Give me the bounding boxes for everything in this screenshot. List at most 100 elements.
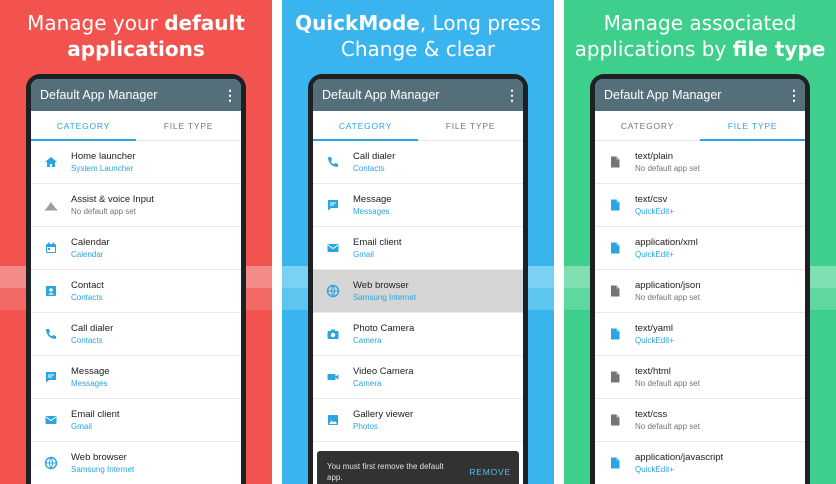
list-item[interactable]: Message Messages <box>31 356 241 399</box>
list-item[interactable]: Email client Gmail <box>31 399 241 442</box>
list-item-subtitle: System Launcher <box>71 164 134 173</box>
headline-line2: Change & clear <box>340 37 496 61</box>
app-bar: Default App Manager ⋮ <box>313 79 523 111</box>
list-item[interactable]: text/html No default app set <box>595 356 805 399</box>
list-item[interactable]: application/javascript QuickEdit+ <box>595 442 805 484</box>
list-item-subtitle: Contacts <box>71 293 103 302</box>
list-item[interactable]: Web browser Samsung Internet <box>313 270 523 313</box>
file-icon <box>595 198 635 212</box>
tab-category[interactable]: CATEGORY <box>313 111 418 141</box>
file-icon <box>595 241 635 255</box>
list-item[interactable]: Web browser Samsung Internet <box>31 442 241 484</box>
file-icon <box>595 456 635 470</box>
list-item-text: text/css No default app set <box>635 408 700 432</box>
list-item-title: Video Camera <box>353 366 414 377</box>
list-item[interactable]: Home launcher System Launcher <box>31 141 241 184</box>
calendar-icon <box>31 241 71 255</box>
list-item-title: Assist & voice Input <box>71 194 154 205</box>
headline-text: , Long press <box>419 11 541 35</box>
tab-file-type[interactable]: FILE TYPE <box>136 111 241 140</box>
tab-category[interactable]: CATEGORY <box>595 111 700 140</box>
list-item-subtitle: QuickEdit+ <box>635 336 674 345</box>
category-list: Call dialer Contacts Message Messages Email … <box>313 141 523 442</box>
app-screen: Default App Manager ⋮ CATEGORY FILE TYPE… <box>313 79 523 484</box>
panel-headline: Manage associated applications by file t… <box>564 10 836 62</box>
list-item-subtitle: Gmail <box>353 250 374 259</box>
list-item-text: Message Messages <box>353 193 392 217</box>
list-item-text: Call dialer Contacts <box>353 150 395 174</box>
list-item-title: Gallery viewer <box>353 409 414 420</box>
list-item-text: application/json No default app set <box>635 279 701 303</box>
tab-bar: CATEGORY FILE TYPE <box>595 111 805 141</box>
tab-category[interactable]: CATEGORY <box>31 111 136 141</box>
list-item-text: Home launcher System Launcher <box>71 150 135 174</box>
overflow-menu-icon[interactable]: ⋮ <box>223 88 237 102</box>
list-item[interactable]: text/yaml QuickEdit+ <box>595 313 805 356</box>
list-item-title: Web browser <box>353 280 409 291</box>
tab-file-type[interactable]: FILE TYPE <box>700 111 805 141</box>
list-item-subtitle: QuickEdit+ <box>635 465 674 474</box>
list-item-title: Message <box>71 366 110 377</box>
list-item[interactable]: text/css No default app set <box>595 399 805 442</box>
snackbar-message: You must first remove the default app. <box>327 462 444 482</box>
tab-file-type[interactable]: FILE TYPE <box>418 111 523 140</box>
list-item-text: Video Camera Camera <box>353 365 414 389</box>
list-item-title: Call dialer <box>353 151 396 162</box>
list-item[interactable]: Calendar Calendar <box>31 227 241 270</box>
list-item-subtitle: Gmail <box>71 422 92 431</box>
list-item[interactable]: Contact Contacts <box>31 270 241 313</box>
list-item-title: application/xml <box>635 237 698 248</box>
list-item-title: Contact <box>71 280 104 291</box>
list-item[interactable]: application/xml QuickEdit+ <box>595 227 805 270</box>
list-item[interactable]: Photo Camera Camera <box>313 313 523 356</box>
video-icon <box>313 370 353 384</box>
list-item[interactable]: Call dialer Contacts <box>313 141 523 184</box>
list-item-subtitle: Calendar <box>71 250 104 259</box>
overflow-menu-icon[interactable]: ⋮ <box>787 88 801 102</box>
list-item[interactable]: Gallery viewer Photos <box>313 399 523 442</box>
list-item-text: Calendar Calendar <box>71 236 110 260</box>
email-icon <box>31 413 71 427</box>
promo-panel-file-type: Manage associated applications by file t… <box>564 0 836 484</box>
list-item-text: Photo Camera Camera <box>353 322 414 346</box>
list-item-subtitle: Photos <box>353 422 378 431</box>
app-title: Default App Manager <box>604 88 722 102</box>
list-item[interactable]: text/csv QuickEdit+ <box>595 184 805 227</box>
list-item[interactable]: text/plain No default app set <box>595 141 805 184</box>
app-title: Default App Manager <box>322 88 440 102</box>
list-item[interactable]: Call dialer Contacts <box>31 313 241 356</box>
message-icon <box>31 370 71 384</box>
overflow-menu-icon[interactable]: ⋮ <box>505 88 519 102</box>
browser-icon <box>31 456 71 470</box>
list-item-subtitle: Camera <box>353 336 382 345</box>
app-screen: Default App Manager ⋮ CATEGORY FILE TYPE… <box>595 79 805 484</box>
list-item-title: Home launcher <box>71 151 136 162</box>
list-item[interactable]: Assist & voice Input No default app set <box>31 184 241 227</box>
list-item-subtitle: No default app set <box>635 422 700 431</box>
list-item-subtitle: No default app set <box>635 164 700 173</box>
list-item-text: Email client Gmail <box>71 408 120 432</box>
app-screen: Default App Manager ⋮ CATEGORY FILE TYPE… <box>31 79 241 484</box>
list-item-text: Web browser Samsung Internet <box>71 451 134 475</box>
app-bar: Default App Manager ⋮ <box>31 79 241 111</box>
phone-frame: Default App Manager ⋮ CATEGORY FILE TYPE… <box>26 74 246 484</box>
list-item-title: application/json <box>635 280 701 291</box>
panel-headline: QuickMode, Long press Change & clear <box>282 10 554 62</box>
list-item-text: Call dialer Contacts <box>71 322 113 346</box>
remove-button[interactable]: REMOVE <box>469 467 511 477</box>
list-item[interactable]: Message Messages <box>313 184 523 227</box>
list-item-subtitle: No default app set <box>635 293 700 302</box>
list-item[interactable]: application/json No default app set <box>595 270 805 313</box>
list-item[interactable]: Email client Gmail <box>313 227 523 270</box>
list-item-title: Photo Camera <box>353 323 415 334</box>
home-icon <box>31 155 71 169</box>
list-item[interactable]: Video Camera Camera <box>313 356 523 399</box>
list-item-title: application/javascript <box>635 452 724 463</box>
file-icon <box>595 155 635 169</box>
tab-bar: CATEGORY FILE TYPE <box>313 111 523 141</box>
headline-line2: applications <box>67 37 205 61</box>
file-icon <box>595 284 635 298</box>
list-item-text: Email client Gmail <box>353 236 402 260</box>
email-icon <box>313 241 353 255</box>
list-item-text: text/html No default app set <box>635 365 700 389</box>
